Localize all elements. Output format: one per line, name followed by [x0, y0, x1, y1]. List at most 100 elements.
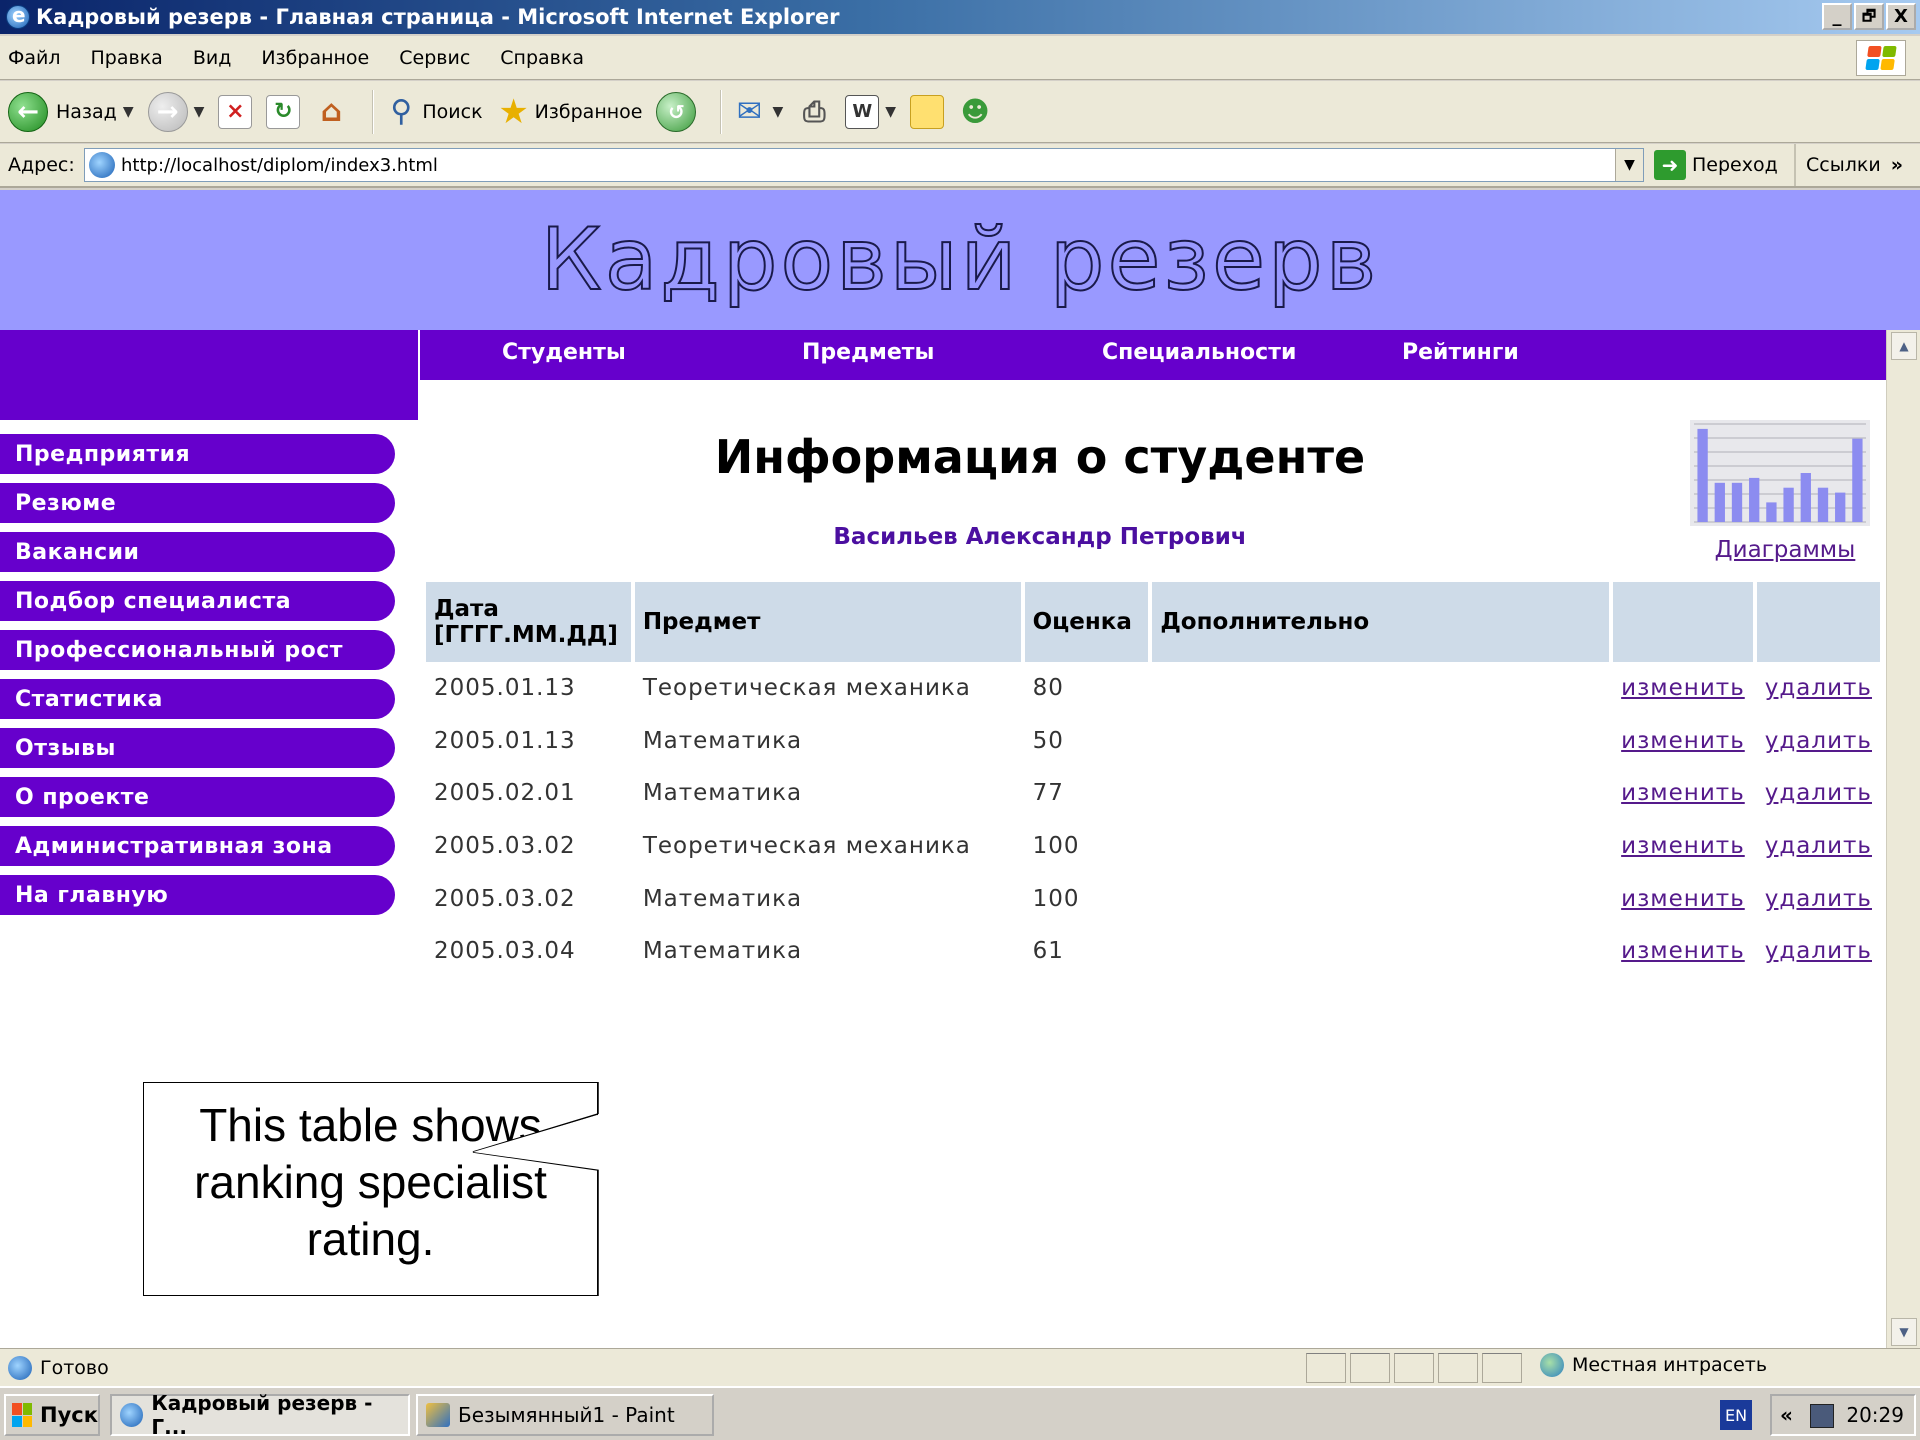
edit-link[interactable]: изменить	[1613, 872, 1753, 925]
scroll-down-icon[interactable]: ▼	[1891, 1318, 1917, 1346]
print-button[interactable]: ⎙	[797, 95, 831, 129]
task-ie[interactable]: Кадровый резерв - Г...	[110, 1391, 410, 1439]
delete-link[interactable]: удалить	[1757, 925, 1880, 978]
col-edit	[1613, 582, 1753, 662]
side-item-about[interactable]: О проекте	[0, 777, 395, 817]
chevron-down-icon[interactable]: ▼	[772, 104, 783, 120]
side-item-admin[interactable]: Административная зона	[0, 826, 395, 866]
maximize-button[interactable]: 🗗	[1854, 3, 1884, 30]
windows-logo-icon	[1856, 40, 1906, 76]
delete-link[interactable]: удалить	[1757, 820, 1880, 873]
links-label: Ссылки	[1806, 154, 1881, 176]
cell-extra	[1152, 925, 1609, 978]
side-item-growth[interactable]: Профессиональный рост	[0, 630, 395, 670]
edit-button[interactable]: W ▼	[845, 94, 896, 129]
delete-link[interactable]: удалить	[1757, 715, 1880, 768]
menu-file[interactable]: Файл	[8, 47, 61, 69]
side-item-enterprises[interactable]: Предприятия	[0, 434, 395, 474]
table-row: 2005.03.04 Математика 61 изменить удалит…	[426, 925, 1880, 978]
col-grade: Оценка	[1024, 582, 1149, 662]
side-item-statistics[interactable]: Статистика	[0, 679, 395, 719]
back-button[interactable]: ← Назад ▼	[8, 91, 134, 132]
cell-grade: 50	[1032, 727, 1064, 754]
col-delete	[1756, 582, 1880, 662]
diagrams-link[interactable]: Диаграммы	[1700, 537, 1870, 563]
history-button[interactable]: ↺	[656, 91, 697, 132]
status-panel	[1394, 1353, 1434, 1383]
printer-icon: ⎙	[803, 94, 826, 128]
chevron-down-icon[interactable]: ▼	[1615, 149, 1643, 181]
delete-link[interactable]: удалить	[1757, 872, 1880, 925]
menu-help[interactable]: Справка	[500, 47, 584, 69]
stop-button[interactable]: ×	[218, 94, 253, 129]
diagram-thumbnail-icon[interactable]	[1690, 420, 1870, 526]
window-controls: _ 🗗 X	[1822, 3, 1916, 30]
side-item-home[interactable]: На главную	[0, 875, 395, 915]
messenger-button[interactable]: ☻	[958, 95, 992, 129]
cell-grade: 100	[1032, 833, 1080, 860]
links-button[interactable]: Ссылки »	[1794, 144, 1903, 186]
tray-expand-icon[interactable]: «	[1780, 1403, 1793, 1427]
mail-button[interactable]: ✉ ▼	[732, 94, 783, 129]
edit-link[interactable]: изменить	[1613, 767, 1753, 820]
home-button[interactable]: ⌂	[314, 94, 348, 129]
chevron-down-icon[interactable]: ▼	[194, 104, 205, 120]
side-item-reviews[interactable]: Отзывы	[0, 728, 395, 768]
menu-favorites[interactable]: Избранное	[261, 47, 369, 69]
vertical-scrollbar[interactable]: ▲ ▼	[1886, 330, 1920, 1348]
menu-view[interactable]: Вид	[193, 47, 232, 69]
close-button[interactable]: X	[1886, 3, 1916, 30]
scroll-up-icon[interactable]: ▲	[1891, 332, 1917, 360]
nav-students[interactable]: Студенты	[502, 340, 626, 365]
grades-table: Дата [ГГГГ.ММ.ДД] Предмет Оценка Дополни…	[422, 582, 1884, 978]
edit-link[interactable]: изменить	[1613, 820, 1753, 873]
minimize-button[interactable]: _	[1822, 3, 1852, 30]
home-icon: ⌂	[320, 94, 343, 129]
go-button[interactable]: ➜ Переход	[1654, 150, 1778, 180]
side-nav: Предприятия Резюме Вакансии Подбор специ…	[0, 434, 395, 924]
status-panel	[1350, 1353, 1390, 1383]
address-input[interactable]: http://localhost/diplom/index3.html ▼	[84, 148, 1644, 182]
paint-icon	[426, 1403, 450, 1427]
delete-link[interactable]: удалить	[1757, 662, 1880, 715]
thumbnail-bar	[1852, 438, 1863, 522]
discuss-button[interactable]	[910, 94, 945, 129]
task-paint[interactable]: Безымянный1 - Paint	[416, 1394, 714, 1436]
taskbar: Пуск Кадровый резерв - Г... Безымянный1 …	[0, 1386, 1920, 1440]
menu-edit[interactable]: Правка	[91, 47, 163, 69]
title-bar: Кадровый резерв - Главная страница - Mic…	[0, 0, 1920, 34]
thumbnail-bar	[1731, 482, 1743, 522]
edit-link[interactable]: изменить	[1613, 925, 1753, 978]
col-date: Дата [ГГГГ.ММ.ДД]	[426, 582, 631, 662]
edit-link[interactable]: изменить	[1613, 715, 1753, 768]
start-button[interactable]: Пуск	[4, 1394, 100, 1436]
thumbnail-bar	[1783, 487, 1794, 522]
refresh-button[interactable]: ↻	[266, 94, 301, 129]
cell-date: 2005.01.13	[434, 727, 576, 754]
edit-link[interactable]: изменить	[1613, 662, 1753, 715]
toolbar-separator	[372, 89, 375, 134]
ie-icon	[6, 3, 30, 29]
favorites-button[interactable]: ★ Избранное	[497, 92, 643, 132]
chevron-down-icon[interactable]: ▼	[885, 104, 896, 120]
delete-link[interactable]: удалить	[1757, 767, 1880, 820]
cell-extra	[1152, 872, 1609, 925]
side-item-vacancies[interactable]: Вакансии	[0, 532, 395, 572]
forward-button[interactable]: → ▼	[147, 91, 205, 132]
chevron-down-icon[interactable]: ▼	[123, 104, 134, 120]
nav-subjects[interactable]: Предметы	[802, 340, 934, 365]
language-indicator[interactable]: EN	[1720, 1400, 1752, 1430]
address-bar: Адрес: http://localhost/diplom/index3.ht…	[0, 144, 1920, 188]
nav-ratings[interactable]: Рейтинги	[1402, 340, 1519, 365]
col-extra: Дополнительно	[1152, 582, 1610, 662]
thumbnail-bar	[1697, 428, 1708, 522]
cell-extra	[1152, 820, 1609, 873]
nav-specialties[interactable]: Специальности	[1102, 340, 1296, 365]
menu-tools[interactable]: Сервис	[399, 47, 470, 69]
side-item-resume[interactable]: Резюме	[0, 483, 395, 523]
toolbar: ← Назад ▼ → ▼ × ↻ ⌂ ⚲ Поиск ★ Избранное …	[0, 81, 1920, 143]
page-title: Информация о студенте	[714, 430, 1366, 484]
favorites-label: Избранное	[534, 100, 643, 123]
search-button[interactable]: ⚲ Поиск	[384, 94, 482, 129]
side-item-specialist-search[interactable]: Подбор специалиста	[0, 581, 395, 621]
